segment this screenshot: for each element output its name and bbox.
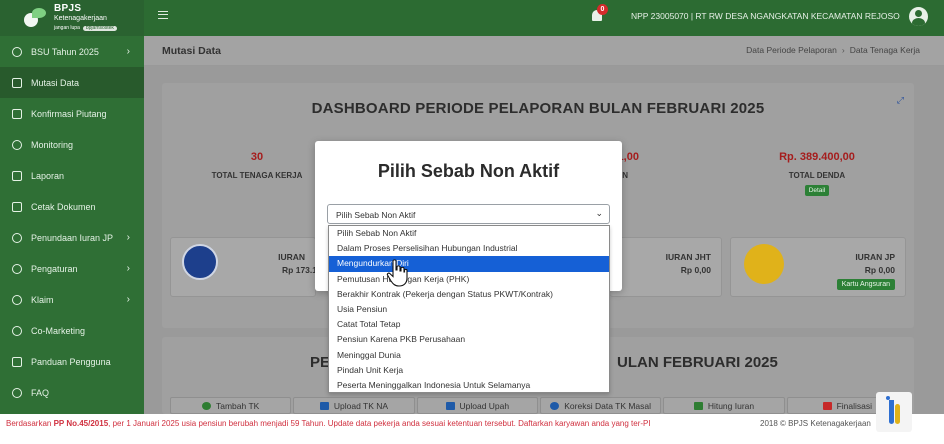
document-icon: [12, 77, 22, 88]
breadcrumb: Data Periode Pelaporan › Data Tenaga Kerja: [746, 45, 920, 55]
account-info: NPP 23005070 | RT RW DESA NGANGKATAN KEC…: [631, 11, 900, 21]
sidebar-item-mutasi-data[interactable]: Mutasi Data: [0, 67, 144, 98]
cloud-upload-icon: [550, 401, 560, 410]
target-icon: [12, 325, 22, 336]
page-header: Mutasi Data Data Periode Pelaporan › Data …: [144, 36, 944, 66]
dropdown-option[interactable]: Peserta Meninggalkan Indonesia Untuk Sel…: [329, 378, 609, 393]
brand-sub: Ketenagakerjaan: [54, 14, 107, 22]
chevron-right-icon: ›: [126, 263, 130, 274]
sidebar-item-klaim[interactable]: Klaim ›: [0, 284, 144, 315]
sidebar: BPJS Ketenagakerjaan jangan lupa bpjamso…: [0, 0, 144, 414]
upload-tk-na-button[interactable]: Upload TK NA: [293, 397, 415, 414]
user-avatar-icon[interactable]: [909, 7, 928, 26]
bpjs-logo-icon: [22, 7, 48, 29]
sidebar-item-pengaturan[interactable]: Pengaturan ›: [0, 253, 144, 284]
dropdown-option[interactable]: Pindah Unit Kerja: [329, 363, 609, 378]
upload-icon: [319, 401, 329, 410]
sidebar-item-panduan[interactable]: Panduan Pengguna: [0, 346, 144, 377]
check-circle-icon: [12, 46, 22, 57]
sidebar-item-cetak-dokumen[interactable]: Cetak Dokumen: [0, 191, 144, 222]
hitung-iuran-button[interactable]: Hitung Iuran: [663, 397, 785, 414]
sidebar-item-konfirmasi-piutang[interactable]: Konfirmasi Piutang: [0, 98, 144, 129]
sebab-non-aktif-select[interactable]: Pilih Sebab Non Aktif ⌄: [327, 204, 610, 224]
sebab-dropdown-list: Pilih Sebab Non Aktif Dalam Proses Perse…: [328, 225, 610, 393]
finalize-icon: [822, 401, 832, 410]
dropdown-option[interactable]: Catat Total Tetap: [329, 317, 609, 332]
stat-total-denda: Rp. 389.400,00 TOTAL DENDA Detail: [779, 151, 855, 196]
breadcrumb-item[interactable]: Data Periode Pelaporan: [746, 45, 837, 55]
action-toolbar: Tambah TK Upload TK NA Upload Upah Korek…: [170, 397, 908, 414]
dropdown-option[interactable]: Berakhir Kontrak (Pekerja dengan Status …: [329, 287, 609, 302]
section-title-right: ULAN FEBRUARI 2025: [617, 354, 778, 371]
dropdown-option[interactable]: Pensiun Karena PKB Perusahaan: [329, 332, 609, 347]
brand-name: BPJS: [54, 3, 82, 15]
upload-icon: [445, 401, 455, 410]
page-title: Mutasi Data: [162, 45, 221, 57]
add-user-icon: [202, 401, 211, 410]
hamburger-menu-icon[interactable]: [158, 11, 168, 19]
brand-tagline: jangan lupa: [54, 25, 80, 32]
dropdown-option[interactable]: Pilih Sebab Non Aktif: [329, 226, 609, 241]
settings-icon: [12, 263, 22, 274]
stat-total-tenaga-kerja: 30 TOTAL TENAGA KERJA: [211, 151, 303, 180]
file-icon: [12, 170, 22, 181]
hand-cursor-icon: [386, 259, 408, 287]
print-icon: [12, 201, 22, 212]
modal-title: Pilih Sebab Non Aktif: [377, 161, 560, 181]
footer: Berdasarkan PP No.45/2015, per 1 Januari…: [0, 414, 944, 444]
notification-badge: 0: [597, 4, 608, 15]
iuran-jht-card: IURAN JHT Rp 0,00: [610, 237, 722, 297]
gear-icon: [12, 232, 22, 243]
dashboard-title: DASHBOARD PERIODE PELAPORAN BULAN FEBRUA…: [311, 100, 765, 117]
iuran-card: IURAN Rp 173.1: [170, 237, 317, 297]
dropdown-option[interactable]: Dalam Proses Perselisihan Hubungan Indus…: [329, 241, 609, 256]
dropdown-option[interactable]: Pemutusan Hubungan Kerja (PHK): [329, 272, 609, 287]
chevron-down-icon: ⌄: [595, 208, 603, 218]
detail-button[interactable]: Detail: [804, 185, 830, 196]
dropdown-option[interactable]: Usia Pensiun: [329, 302, 609, 317]
chevron-right-icon: ›: [126, 294, 130, 305]
sidebar-menu: BSU Tahun 2025 › Mutasi Data Konfirmasi P…: [0, 36, 144, 408]
breadcrumb-item: Data Tenaga Kerja: [849, 45, 920, 55]
tambah-tk-button[interactable]: Tambah TK: [170, 397, 292, 414]
watermark-logo-icon: [876, 392, 912, 432]
question-icon: [12, 387, 22, 398]
brand-pill: bpjamsostek: [82, 25, 117, 32]
brand-logo-area[interactable]: BPJS Ketenagakerjaan jangan lupa bpjamso…: [0, 0, 144, 36]
koreksi-data-button[interactable]: Koreksi Data TK Masal: [539, 397, 662, 414]
sidebar-item-co-marketing[interactable]: Co-Marketing: [0, 315, 144, 346]
sidebar-item-penundaan-iuran[interactable]: Penundaan Iuran JP ›: [0, 222, 144, 253]
chevron-right-icon: ›: [126, 232, 130, 243]
section-title-left: PE: [310, 354, 331, 371]
check-circle-icon: [12, 294, 22, 305]
chevron-right-icon: ›: [126, 46, 130, 57]
book-icon: [12, 356, 22, 367]
sidebar-item-bsu[interactable]: BSU Tahun 2025 ›: [0, 36, 144, 67]
iuran-jp-card: IURAN JP Rp 0,00 Kartu Angsuran: [730, 237, 906, 297]
monitor-icon: [12, 139, 22, 150]
home-icon: [12, 108, 22, 119]
family-icon: [744, 244, 784, 284]
expand-icon[interactable]: ⤢: [897, 95, 904, 106]
sidebar-item-faq[interactable]: FAQ: [0, 377, 144, 408]
sidebar-item-laporan[interactable]: Laporan: [0, 160, 144, 191]
kartu-angsuran-button[interactable]: Kartu Angsuran: [836, 279, 895, 290]
worker-icon: [182, 244, 218, 280]
dropdown-option-highlighted[interactable]: Mengundurkan Diri: [329, 256, 609, 272]
upload-upah-button[interactable]: Upload Upah: [416, 397, 538, 414]
sidebar-item-monitoring[interactable]: Monitoring: [0, 129, 144, 160]
footer-notice: Berdasarkan PP No.45/2015, per 1 Januari…: [6, 419, 651, 428]
topbar: 0 NPP 23005070 | RT RW DESA NGANGKATAN K…: [144, 0, 944, 36]
calculator-icon: [693, 401, 703, 410]
dropdown-option[interactable]: Meninggal Dunia: [329, 348, 609, 363]
footer-copyright: 2018 © BPJS Ketenagakerjaan: [760, 419, 871, 428]
